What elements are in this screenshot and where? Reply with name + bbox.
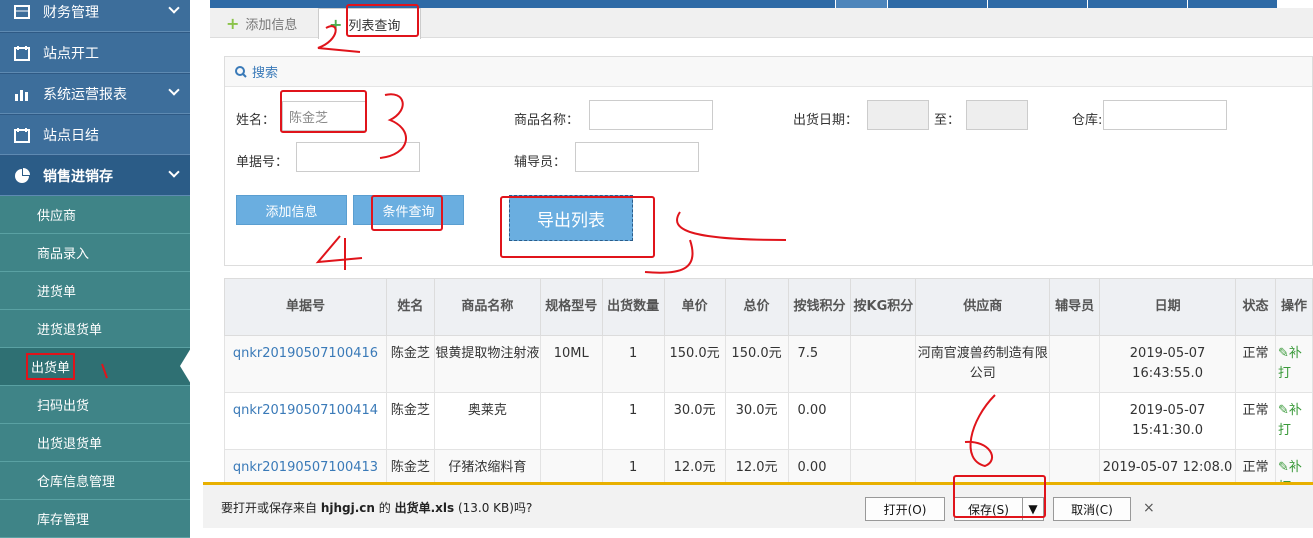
annotation-number (317, 25, 361, 53)
annotation-strokes (101, 25, 996, 468)
annotation-number (315, 235, 363, 270)
annotation-number (644, 211, 787, 274)
annotation-number (101, 363, 108, 379)
annotation-number (964, 394, 996, 468)
annotation-number (379, 93, 407, 159)
